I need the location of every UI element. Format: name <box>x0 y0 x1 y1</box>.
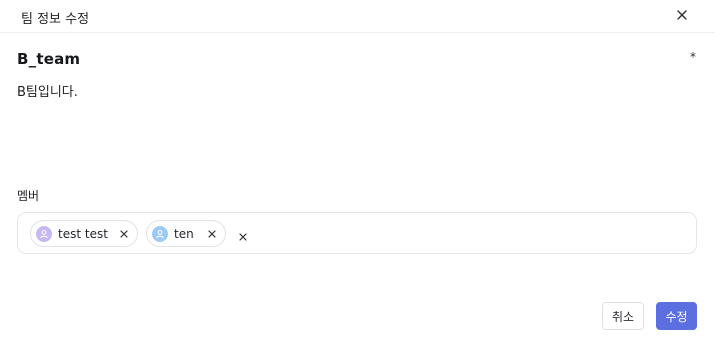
close-button[interactable] <box>674 7 690 23</box>
close-icon <box>208 229 216 238</box>
edit-team-dialog: 팀 정보 수정 * B팀입니다. 멤버 test test <box>0 0 715 341</box>
team-description-textarea[interactable]: B팀입니다. <box>17 84 677 164</box>
members-select[interactable]: test test ten <box>17 212 697 254</box>
required-mark: * <box>690 50 696 64</box>
dialog-header: 팀 정보 수정 <box>0 0 715 33</box>
member-avatar <box>36 225 52 242</box>
close-icon <box>677 10 687 20</box>
dialog-title: 팀 정보 수정 <box>21 12 90 27</box>
member-avatar <box>152 225 168 242</box>
team-name-input[interactable] <box>17 48 657 70</box>
cancel-button[interactable]: 취소 <box>602 302 644 330</box>
member-chip: ten <box>146 220 226 247</box>
remove-member-button[interactable] <box>207 229 217 239</box>
members-label: 멤버 <box>17 189 40 203</box>
member-name: test test <box>58 226 108 241</box>
member-name: ten <box>174 226 194 241</box>
clear-members-button[interactable] <box>238 227 248 241</box>
member-chip: test test <box>30 220 138 247</box>
submit-button[interactable]: 수정 <box>656 302 697 330</box>
remove-member-button[interactable] <box>119 229 129 239</box>
close-icon <box>120 229 128 238</box>
user-icon <box>156 229 164 238</box>
close-icon <box>239 233 247 241</box>
user-icon <box>40 229 48 238</box>
